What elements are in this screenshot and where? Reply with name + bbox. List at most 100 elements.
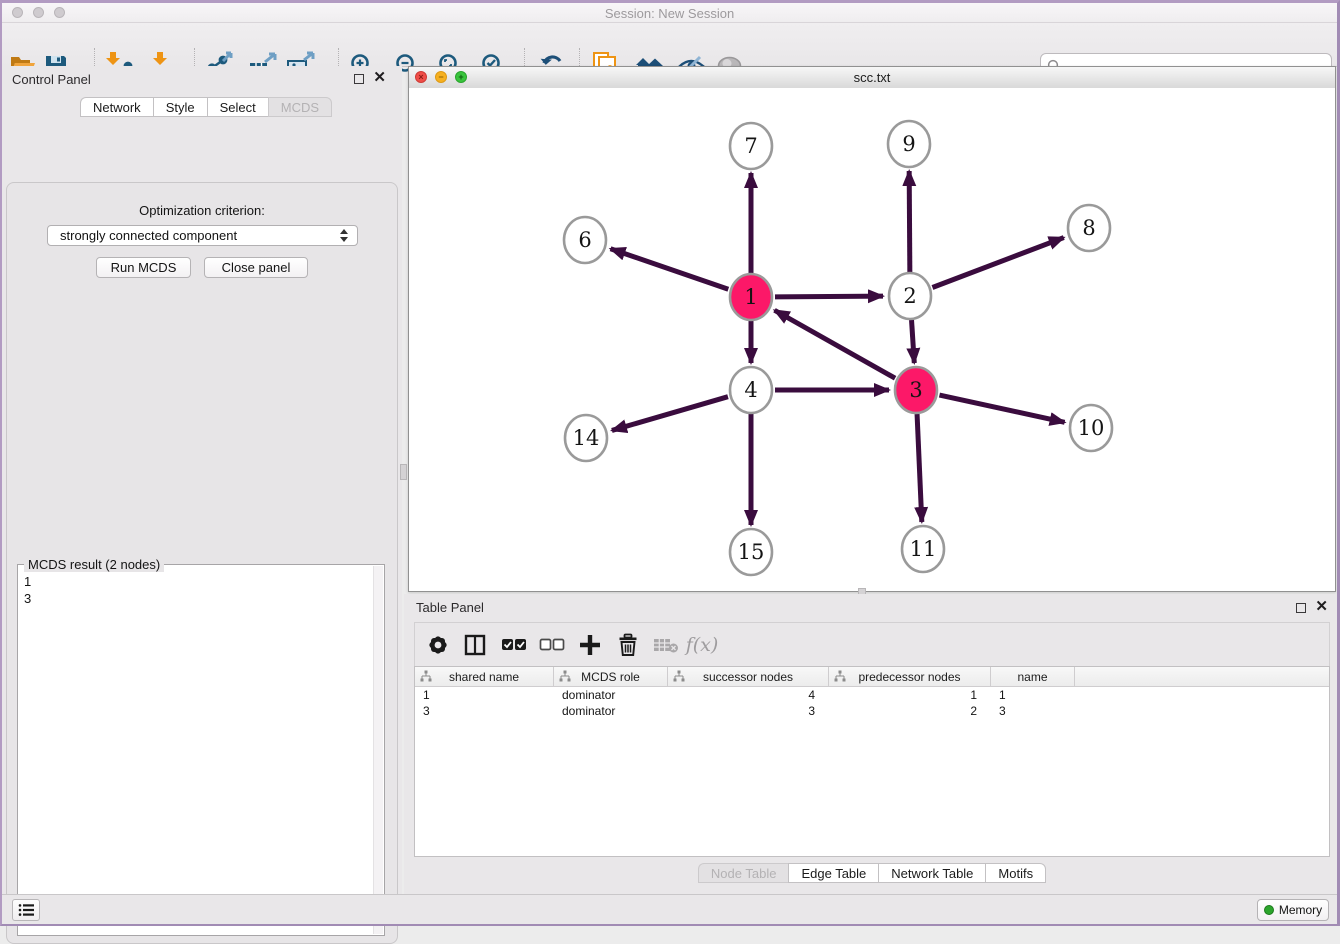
table-toolbar: f(x) [414,622,1330,666]
graph-edge-3-11[interactable] [917,414,922,522]
status-bar: Memory [2,894,1337,925]
graph-node-label: 8 [1082,216,1095,240]
table-cell[interactable]: 1 [415,687,554,703]
control-panel-tabs: NetworkStyleSelectMCDS [80,97,332,117]
delete-table-icon-disabled [651,630,681,660]
graph-edge-1-6[interactable] [611,249,729,289]
column-header-name[interactable]: name [991,667,1075,686]
table-settings-gear-icon[interactable] [423,630,453,660]
table-cell[interactable]: dominator [554,703,668,719]
graph-node-1[interactable]: 1 [730,274,772,320]
graph-node-label: 6 [578,228,591,252]
network-view-window: × − + scc.txt 7 9 6 8 1 2 4 3 14 10 15 11 [408,66,1336,592]
close-panel-button[interactable]: Close panel [204,257,308,278]
result-scrollbar[interactable] [373,566,383,934]
control-panel: Control Panel ✕ NetworkStyleSelectMCDS O… [2,66,402,894]
vertical-splitter-handle[interactable] [400,464,407,480]
table-cell[interactable]: 1 [991,687,1075,703]
tab-network[interactable]: Network [80,97,153,117]
mcds-result-item[interactable]: 3 [24,590,31,607]
memory-status-dot-icon [1264,905,1274,915]
graph-edge-2-8[interactable] [932,238,1063,288]
column-type-icon [673,670,685,682]
tab-node-table[interactable]: Node Table [698,863,789,883]
column-type-icon [559,670,571,682]
float-panel-icon[interactable] [354,74,364,84]
graph-edge-3-1[interactable] [775,310,896,378]
table-body: 1dominator4113dominator323 [415,687,1329,719]
deselect-all-icon[interactable] [537,630,567,660]
table-cell[interactable]: 2 [829,703,991,719]
mcds-result-title: MCDS result (2 nodes) [24,557,164,572]
run-mcds-button[interactable]: Run MCDS [96,257,191,278]
function-builder-icon-disabled: f(x) [687,630,717,660]
optimization-criterion-select[interactable]: strongly connected component [47,225,358,246]
table-panel-tabs: Node TableEdge TableNetwork TableMotifs [404,863,1340,883]
tab-select[interactable]: Select [207,97,268,117]
network-window-title-bar[interactable]: × − + scc.txt [409,67,1335,89]
graph-node-2[interactable]: 2 [889,273,931,319]
graph-node-label: 9 [902,132,915,156]
table-cell[interactable]: 3 [668,703,829,719]
column-header-predecessor-nodes[interactable]: predecessor nodes [829,667,991,686]
graph-node-3[interactable]: 3 [895,367,937,413]
float-table-panel-icon[interactable] [1296,603,1306,613]
graph-node-15[interactable]: 15 [730,529,772,575]
table-panel: Table Panel ✕ f(x) shared nameMCDS roles… [404,594,1340,894]
graph-edge-1-2[interactable] [775,296,883,297]
optimization-criterion-label: Optimization criterion: [2,203,402,218]
table-cell[interactable]: 3 [991,703,1075,719]
select-stepper-icon [340,229,349,242]
graph-node-8[interactable]: 8 [1068,205,1110,251]
table-cell[interactable]: 1 [829,687,991,703]
delete-column-trash-icon[interactable] [613,630,643,660]
show-columns-icon[interactable] [460,630,490,660]
graph-node-label: 3 [909,378,922,402]
graph-node-4[interactable]: 4 [730,367,772,413]
graph-node-10[interactable]: 10 [1070,405,1112,451]
graph-node-6[interactable]: 6 [564,217,606,263]
close-table-panel-icon[interactable]: ✕ [1315,598,1328,616]
tab-mcds[interactable]: MCDS [268,97,332,117]
column-type-icon [420,670,432,682]
mcds-result-box: MCDS result (2 nodes) 13 [17,564,385,936]
table-row[interactable]: 3dominator323 [415,703,1329,719]
graph-edge-2-9[interactable] [909,171,910,272]
tab-edge-table[interactable]: Edge Table [788,863,878,883]
mcds-result-item[interactable]: 1 [24,573,31,590]
column-header-shared-name[interactable]: shared name [415,667,554,686]
table-cell[interactable]: 4 [668,687,829,703]
tab-network-table[interactable]: Network Table [878,863,985,883]
graph-edge-2-3[interactable] [912,320,915,363]
graph-node-9[interactable]: 9 [888,121,930,167]
network-window-title: scc.txt [409,70,1335,85]
select-all-icon[interactable] [499,630,529,660]
graph-node-label: 4 [744,378,757,402]
graph-edge-4-14[interactable] [612,397,728,431]
graph-node-11[interactable]: 11 [902,526,944,572]
tab-motifs[interactable]: Motifs [985,863,1046,883]
column-header-successor-nodes[interactable]: successor nodes [668,667,829,686]
table-row[interactable]: 1dominator411 [415,687,1329,703]
mcds-result-list: 13 [24,573,31,607]
graph-node-7[interactable]: 7 [730,123,772,169]
graph-svg: 7 9 6 8 1 2 4 3 14 10 15 11 [409,88,1335,591]
table-cell[interactable]: dominator [554,687,668,703]
column-type-icon [834,670,846,682]
memory-button[interactable]: Memory [1257,899,1329,921]
optimization-criterion-value: strongly connected component [60,228,237,243]
close-panel-icon[interactable]: ✕ [373,69,386,87]
add-column-icon[interactable] [575,630,605,660]
graph-node-14[interactable]: 14 [565,415,607,461]
control-panel-title: Control Panel [12,72,91,87]
task-history-button[interactable] [12,899,40,921]
app-title: Session: New Session [2,6,1337,21]
graph-node-label: 1 [744,285,757,309]
graph-edge-3-10[interactable] [939,395,1064,422]
column-header-MCDS-role[interactable]: MCDS role [554,667,668,686]
tab-style[interactable]: Style [153,97,207,117]
graph-node-label: 10 [1078,416,1105,440]
table-cell[interactable]: 3 [415,703,554,719]
network-canvas[interactable]: 7 9 6 8 1 2 4 3 14 10 15 11 [409,88,1335,591]
node-table: shared nameMCDS rolesuccessor nodesprede… [414,666,1330,857]
